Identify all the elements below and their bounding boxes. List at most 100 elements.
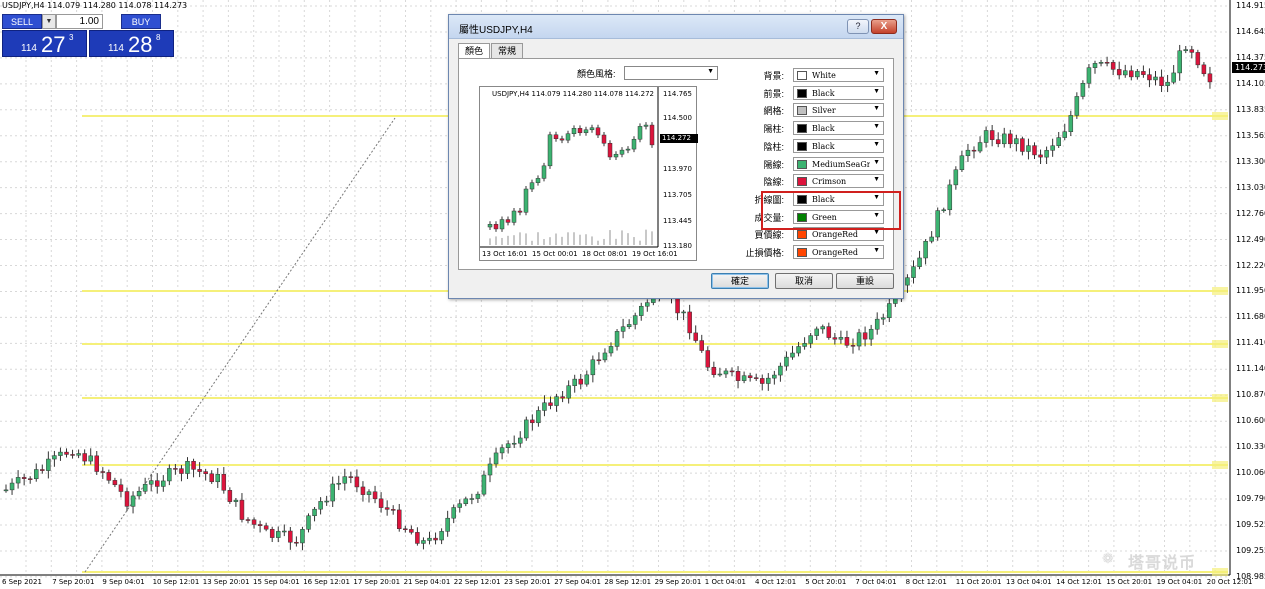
bull-candle [282,530,287,533]
bear-candle [209,473,214,483]
preview-bear-candle [493,224,499,230]
time-tick-label: 9 Sep 04:01 [102,578,145,586]
time-tick-label: 4 Oct 12:01 [755,578,797,586]
bull-candle [34,469,39,480]
color-name: OrangeRed [812,230,859,240]
time-tick-label: 27 Sep 04:01 [554,578,601,586]
ok-button[interactable]: 確定 [711,273,769,289]
bull-candle [959,155,965,171]
bear-candle [711,366,717,375]
color-select[interactable]: Black ▼ [793,138,884,153]
color-row: 網格: Silver ▼ [729,103,891,118]
color-scheme-label: 顏色風格: [577,69,616,79]
buy-price-button[interactable]: 114 28 8 [89,30,174,57]
bear-candle [378,498,384,508]
color-select[interactable]: Black ▼ [793,85,884,100]
preview-volume-bar [579,234,581,245]
color-swatch [797,159,807,169]
bull-candle [1153,76,1158,81]
preview-volume-bar [513,235,515,245]
bull-candle [306,515,311,530]
bear-candle [70,454,75,456]
time-tick-label: 11 Oct 20:01 [955,578,1002,586]
preview-volume-bar [507,235,509,245]
time-tick-label: 15 Oct 20:01 [1106,578,1153,586]
color-select[interactable]: MediumSeaGre ▼ [793,156,884,171]
color-select[interactable]: OrangeRed ▼ [793,245,884,259]
bear-candle [197,469,202,472]
bull-candle [632,315,638,325]
bear-candle [760,378,765,384]
preview-time-tick: 19 Oct 16:01 [632,250,678,258]
bull-candle [318,501,323,510]
bull-candle [723,370,729,375]
reset-button[interactable]: 重設 [836,273,894,289]
help-button[interactable]: ? [847,19,869,34]
color-row-label: 陰柱: [763,141,784,152]
bull-candle [300,529,305,544]
bull-candle [572,378,577,386]
buy-button[interactable]: BUY [121,14,161,29]
preview-volume-bar [525,233,527,245]
color-name: OrangeRed [812,248,859,257]
dialog-titlebar[interactable]: 屬性USDJPY,H4 ? X [449,15,903,39]
bull-candle [233,499,239,502]
bull-candle [481,474,487,495]
bull-candle [536,410,541,424]
price-tick-label: 112.760 [1236,208,1265,218]
bear-candle [191,461,196,470]
color-swatch [797,230,807,240]
time-tick-label: 5 Oct 20:01 [805,578,847,586]
preview-price-tick: 113.705 [663,191,692,199]
color-select[interactable]: Crimson ▼ [793,174,884,189]
buy-price-sup: 8 [156,33,161,42]
bear-candle [348,476,354,478]
preview-price-tick: 113.180 [663,242,692,250]
bull-candle [130,495,136,507]
color-select[interactable]: Black ▼ [793,121,884,136]
bull-candle [475,493,481,499]
chevron-down-icon: ▼ [873,105,880,113]
preview-volume-bar [555,233,557,245]
bull-candle [1014,138,1019,145]
sell-button[interactable]: SELL [2,14,42,29]
preview-price-tick: 114.765 [663,90,692,98]
bull-candle [965,149,971,157]
bear-candle [729,370,735,373]
time-tick-label: 19 Oct 04:01 [1156,578,1203,586]
color-scheme-select[interactable]: ▼ [624,66,718,80]
tab-common[interactable]: 常規 [491,43,524,58]
close-button[interactable]: X [871,19,897,34]
color-select[interactable]: Silver ▼ [793,103,884,118]
bear-candle [1032,145,1037,156]
preview-time-tick: 13 Oct 16:01 [482,250,528,258]
preview-bear-candle [517,210,523,213]
sell-price-button[interactable]: 114 27 3 [2,30,87,57]
tab-colors[interactable]: 顏色 [458,43,491,59]
price-tick-label: 110.060 [1236,468,1265,478]
price-tick-label: 111.680 [1236,312,1265,322]
time-tick-label: 14 Oct 12:01 [1056,578,1102,586]
bull-candle [427,537,432,541]
bull-candle [887,303,892,319]
lot-size-input[interactable]: 1.00 [56,14,103,29]
chevron-down-icon: ▼ [873,123,880,131]
time-tick-label: 17 Sep 20:01 [353,578,401,586]
bear-candle [21,477,27,479]
color-row: 前景: Black ▼ [729,85,891,100]
preview-chart: USDJPY,H4 114.079 114.280 114.078 114.27… [479,86,698,261]
bull-candle [1062,131,1067,138]
sell-price-sup: 3 [69,33,74,42]
color-select[interactable]: White ▼ [793,68,884,82]
lot-down-arrow-icon[interactable]: ▼ [42,14,56,29]
bear-candle [1147,74,1152,81]
bear-candle [155,480,160,487]
color-name: Black [812,124,835,134]
bear-candle [251,519,257,525]
bull-candle [542,402,547,411]
cancel-button[interactable]: 取消 [775,273,833,289]
bull-candle [1002,133,1007,145]
bear-candle [360,486,366,495]
bear-candle [1104,62,1110,64]
preview-bear-candle [595,127,601,136]
